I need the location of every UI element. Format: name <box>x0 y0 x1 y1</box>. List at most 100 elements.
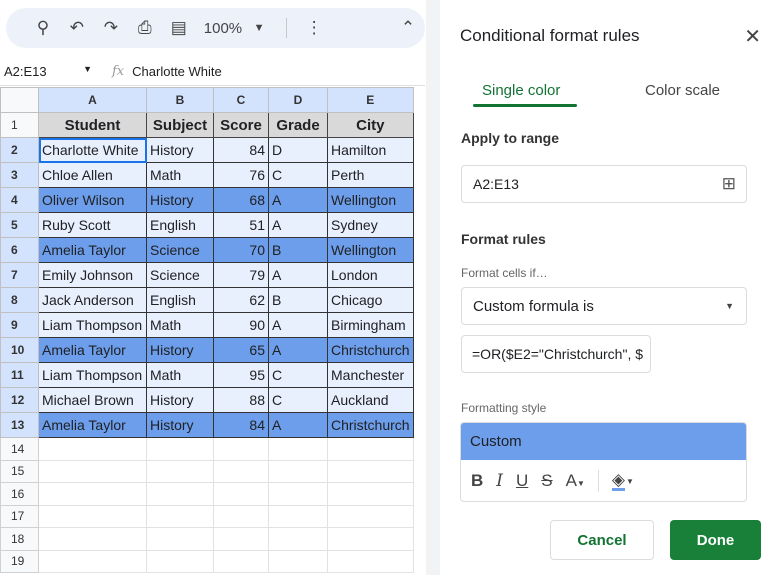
cell[interactable]: Chicago <box>327 287 414 313</box>
cell[interactable] <box>146 437 214 461</box>
range-input[interactable]: A2:E13 ⊞ <box>461 165 747 203</box>
italic-icon[interactable]: I <box>496 471 503 491</box>
cell[interactable]: History <box>146 137 214 163</box>
cell[interactable]: Liam Thompson <box>38 362 147 388</box>
row-header[interactable]: 4 <box>0 187 39 213</box>
header-cell[interactable]: Student <box>38 112 147 138</box>
grid-select-icon[interactable]: ⊞ <box>722 174 736 194</box>
cell[interactable]: History <box>146 412 214 438</box>
cell[interactable]: Hamilton <box>327 137 414 163</box>
zoom-select[interactable]: 100% <box>204 20 242 37</box>
cell[interactable]: 95 <box>213 362 269 388</box>
row-header[interactable]: 17 <box>0 504 39 528</box>
cell[interactable]: A <box>268 187 328 213</box>
undo-icon[interactable]: ↶ <box>60 18 94 38</box>
cell[interactable]: Math <box>146 362 214 388</box>
cell[interactable]: English <box>146 287 214 313</box>
cell[interactable]: Michael Brown <box>38 387 147 413</box>
cell[interactable]: 84 <box>213 412 269 438</box>
cell[interactable]: C <box>268 362 328 388</box>
column-header[interactable]: D <box>268 87 328 113</box>
column-header[interactable]: B <box>146 87 214 113</box>
cell[interactable]: 88 <box>213 387 269 413</box>
row-header[interactable]: 7 <box>0 262 39 288</box>
column-header[interactable]: E <box>327 87 414 113</box>
cell[interactable] <box>268 504 328 528</box>
cell[interactable] <box>213 504 269 528</box>
cell[interactable]: 79 <box>213 262 269 288</box>
cell[interactable]: History <box>146 387 214 413</box>
cell[interactable] <box>213 437 269 461</box>
row-header[interactable]: 6 <box>0 237 39 263</box>
cell[interactable]: Jack Anderson <box>38 287 147 313</box>
cell[interactable]: 90 <box>213 312 269 338</box>
cell[interactable]: Manchester <box>327 362 414 388</box>
cell[interactable]: History <box>146 337 214 363</box>
row-header[interactable]: 12 <box>0 387 39 413</box>
cell[interactable] <box>327 459 414 483</box>
cell[interactable]: Emily Johnson <box>38 262 147 288</box>
tab-single-color[interactable]: Single color <box>482 82 560 99</box>
cell[interactable] <box>268 437 328 461</box>
cell[interactable]: Amelia Taylor <box>38 412 147 438</box>
search-icon[interactable]: ⚲ <box>26 18 60 38</box>
cell[interactable] <box>213 527 269 551</box>
row-header[interactable]: 18 <box>0 527 39 551</box>
row-header[interactable]: 2 <box>0 137 39 163</box>
column-header[interactable]: A <box>38 87 147 113</box>
style-preset-select[interactable]: Custom <box>461 423 746 460</box>
zoom-dropdown-icon[interactable]: ▼ <box>242 22 276 34</box>
cell[interactable] <box>38 437 147 461</box>
cell[interactable] <box>146 504 214 528</box>
close-icon[interactable]: ✕ <box>744 24 761 49</box>
row-header[interactable]: 15 <box>0 459 39 483</box>
row-header[interactable]: 13 <box>0 412 39 438</box>
cell[interactable] <box>268 459 328 483</box>
paint-format-icon[interactable]: ▤ <box>162 18 196 38</box>
underline-icon[interactable]: U <box>516 471 528 491</box>
cell[interactable]: C <box>268 387 328 413</box>
row-header[interactable]: 5 <box>0 212 39 238</box>
cell[interactable] <box>38 527 147 551</box>
cell[interactable] <box>327 549 414 573</box>
cell[interactable] <box>327 482 414 506</box>
cell[interactable] <box>38 459 147 483</box>
cell[interactable]: Sydney <box>327 212 414 238</box>
cell[interactable]: D <box>268 137 328 163</box>
cell[interactable]: Amelia Taylor <box>38 237 147 263</box>
cell[interactable] <box>38 504 147 528</box>
row-header[interactable]: 14 <box>0 437 39 461</box>
header-cell[interactable]: Score <box>213 112 269 138</box>
formula-input[interactable]: Charlotte White <box>132 64 222 79</box>
cell[interactable]: A <box>268 412 328 438</box>
fill-color-icon[interactable]: ◈ <box>611 471 625 491</box>
cell[interactable]: Wellington <box>327 237 414 263</box>
cell[interactable] <box>268 549 328 573</box>
print-icon[interactable]: ⎙ <box>128 18 162 38</box>
column-header[interactable]: C <box>213 87 269 113</box>
collapse-icon[interactable]: ⌃ <box>391 18 425 38</box>
cell[interactable]: Ruby Scott <box>38 212 147 238</box>
cell[interactable]: Math <box>146 162 214 188</box>
cell[interactable]: 65 <box>213 337 269 363</box>
cell[interactable] <box>213 482 269 506</box>
redo-icon[interactable]: ↷ <box>94 18 128 38</box>
cell[interactable]: Science <box>146 237 214 263</box>
cell[interactable]: A <box>268 312 328 338</box>
cell[interactable]: 68 <box>213 187 269 213</box>
done-button[interactable]: Done <box>670 520 761 560</box>
cell[interactable] <box>327 527 414 551</box>
cell[interactable] <box>213 549 269 573</box>
cell[interactable]: A <box>268 337 328 363</box>
header-cell[interactable]: Subject <box>146 112 214 138</box>
cell[interactable]: Chloe Allen <box>38 162 147 188</box>
row-header[interactable]: 11 <box>0 362 39 388</box>
more-icon[interactable]: ⋮ <box>297 18 331 38</box>
formula-field[interactable]: =OR($E2="Christchurch", $ <box>461 335 651 373</box>
cell[interactable]: Oliver Wilson <box>38 187 147 213</box>
cell[interactable]: B <box>268 287 328 313</box>
header-cell[interactable]: Grade <box>268 112 328 138</box>
cell[interactable]: Wellington <box>327 187 414 213</box>
spreadsheet-grid[interactable]: A B C D E 1 Student Subject Score Grade … <box>0 87 414 573</box>
cell[interactable] <box>146 459 214 483</box>
